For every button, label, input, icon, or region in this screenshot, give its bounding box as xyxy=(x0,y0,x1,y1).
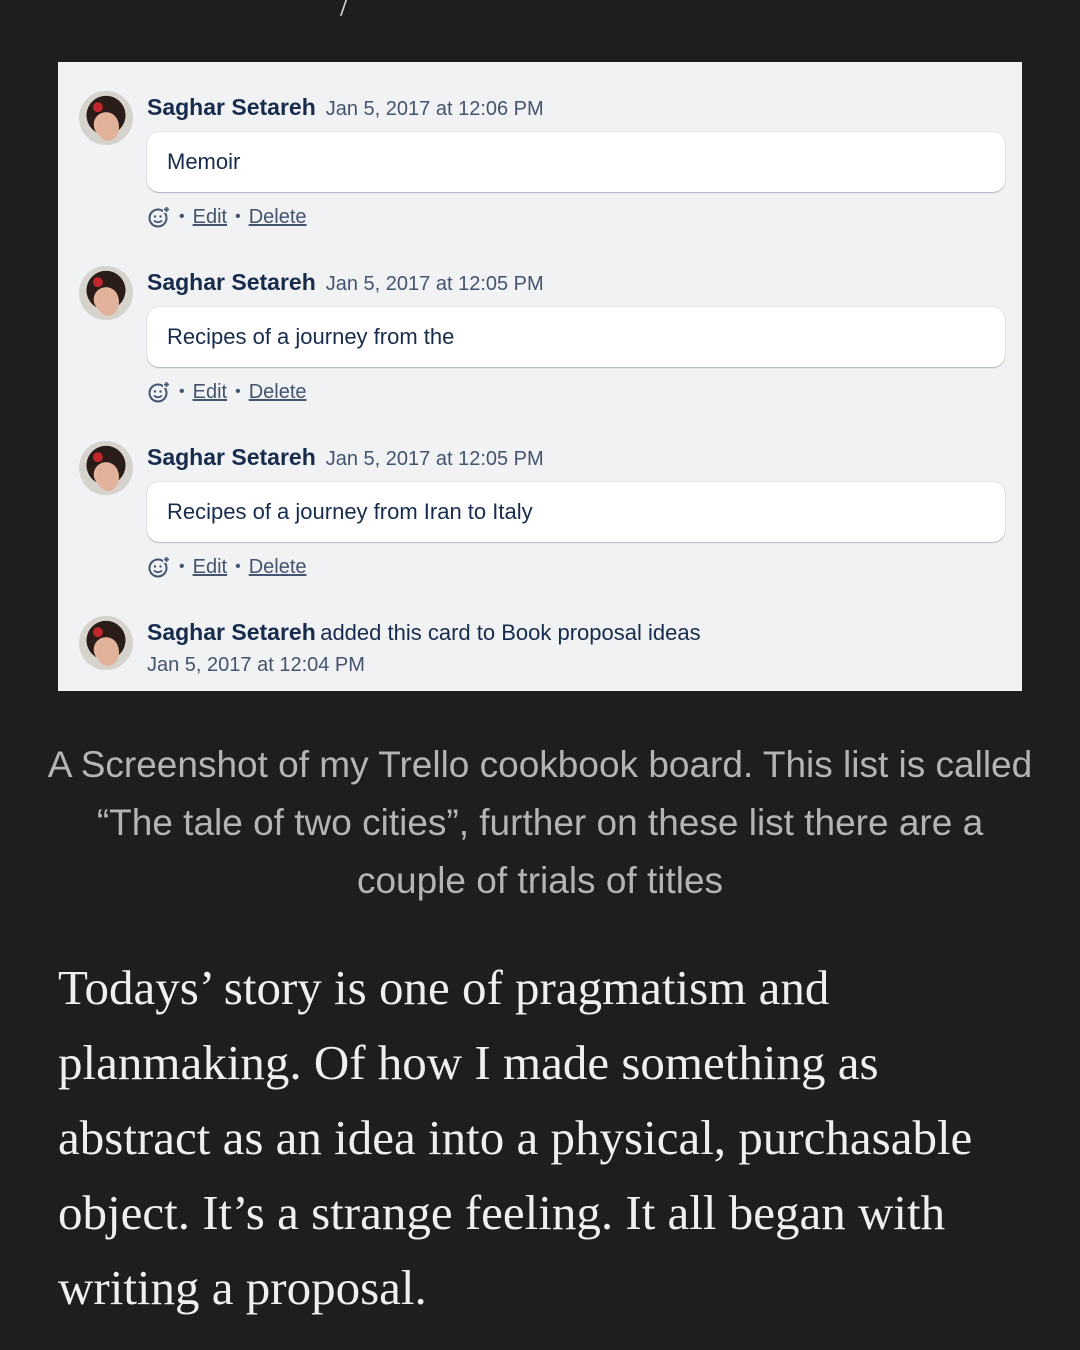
image-caption: A Screenshot of my Trello cookbook board… xyxy=(47,744,1033,901)
avatar[interactable] xyxy=(79,441,133,495)
comment-header: Saghar Setareh Jan 5, 2017 at 12:06 PM xyxy=(147,94,544,121)
comment-actions: • Edit • Delete xyxy=(147,205,307,229)
avatar[interactable] xyxy=(79,266,133,320)
comment-header: Saghar Setareh Jan 5, 2017 at 12:05 PM xyxy=(147,444,544,471)
add-reaction-icon[interactable] xyxy=(147,380,171,404)
separator: • xyxy=(179,208,185,225)
comment-text: Memoir xyxy=(167,149,241,174)
trello-screenshot: Saghar Setareh Jan 5, 2017 at 12:06 PM Me… xyxy=(58,62,1022,691)
comment-timestamp[interactable]: Jan 5, 2017 at 12:05 PM xyxy=(326,273,544,295)
activity-header: Saghar Setareh added this card to Book p… xyxy=(147,619,701,646)
comment-timestamp[interactable]: Jan 5, 2017 at 12:06 PM xyxy=(326,98,544,120)
comment-bubble: Recipes of a journey from Iran to Italy xyxy=(147,482,1005,542)
delete-link[interactable]: Delete xyxy=(249,556,307,579)
comment-text: Recipes of a journey from Iran to Italy xyxy=(167,499,533,524)
add-reaction-icon[interactable] xyxy=(147,205,171,229)
comment-bubble: Recipes of a journey from the xyxy=(147,307,1005,367)
activity-timestamp[interactable]: Jan 5, 2017 at 12:04 PM xyxy=(147,654,365,677)
activity-author[interactable]: Saghar Setareh xyxy=(147,619,316,645)
separator: • xyxy=(235,208,241,225)
comment-text: Recipes of a journey from the xyxy=(167,324,455,349)
comment-author[interactable]: Saghar Setareh xyxy=(147,94,316,120)
delete-link[interactable]: Delete xyxy=(249,381,307,404)
comment-bubble: Memoir xyxy=(147,132,1005,192)
comment-actions: • Edit • Delete xyxy=(147,380,307,404)
delete-link[interactable]: Delete xyxy=(249,206,307,229)
separator: • xyxy=(179,383,185,400)
separator: • xyxy=(235,558,241,575)
comment-author[interactable]: Saghar Setareh xyxy=(147,269,316,295)
separator: • xyxy=(179,558,185,575)
edit-link[interactable]: Edit xyxy=(193,556,227,579)
comment-author[interactable]: Saghar Setareh xyxy=(147,444,316,470)
activity-action: added this card to Book proposal ideas xyxy=(320,620,701,645)
avatar[interactable] xyxy=(79,91,133,145)
edit-link[interactable]: Edit xyxy=(193,381,227,404)
comment-timestamp[interactable]: Jan 5, 2017 at 12:05 PM xyxy=(326,448,544,470)
previous-text-fragment: / xyxy=(340,0,350,23)
comment-actions: • Edit • Delete xyxy=(147,555,307,579)
comment-header: Saghar Setareh Jan 5, 2017 at 12:05 PM xyxy=(147,269,544,296)
add-reaction-icon[interactable] xyxy=(147,555,171,579)
separator: • xyxy=(235,383,241,400)
edit-link[interactable]: Edit xyxy=(193,206,227,229)
avatar[interactable] xyxy=(79,616,133,670)
body-paragraph: Todays’ story is one of pragmatism and p… xyxy=(58,960,973,1315)
